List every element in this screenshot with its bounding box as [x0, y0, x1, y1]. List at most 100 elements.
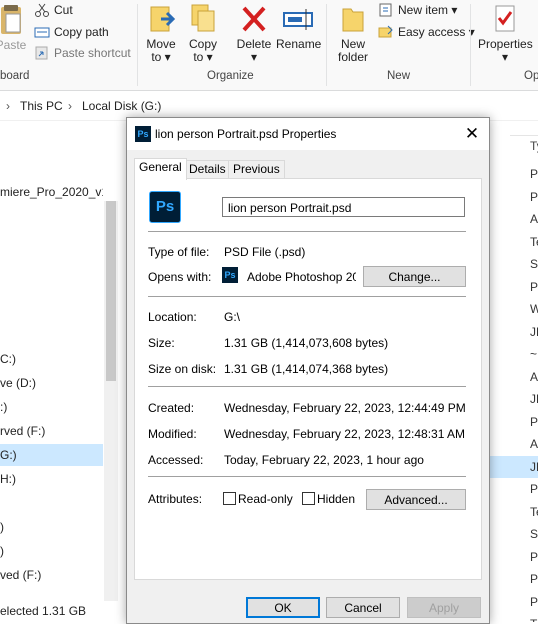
size-on-disk-value: 1.31 GB (1,414,074,368 bytes) [224, 362, 389, 376]
new-item-button[interactable]: New item ▾ [378, 3, 457, 17]
easy-access-button[interactable]: Easy access ▾ [378, 25, 475, 39]
file-type-cell: P [530, 482, 538, 496]
breadcrumb-this-pc[interactable]: This PC [20, 99, 63, 113]
file-type-cell: Tl [530, 613, 538, 622]
file-list-row[interactable]: Te [490, 231, 538, 253]
file-list-row[interactable]: P [490, 591, 538, 613]
nav-item[interactable]: ve (D:) [0, 372, 103, 394]
file-list-row-selected[interactable]: JP [490, 455, 538, 478]
paste-shortcut-label: Paste shortcut [54, 46, 131, 60]
modified-value: Wednesday, February 22, 2023, 12:48:31 A… [224, 427, 466, 441]
tab-details[interactable]: Details [184, 160, 231, 179]
move-to-button[interactable]: Move to ▾ [144, 3, 178, 64]
dialog-title-bar[interactable]: Ps lion person Portrait.psd Properties ✕ [127, 118, 489, 150]
rename-button[interactable]: Rename [276, 3, 322, 51]
file-list-row[interactable]: Te [490, 501, 538, 523]
nav-item[interactable]: ) [0, 540, 103, 562]
file-list-row[interactable]: P [490, 163, 538, 185]
opens-with-label: Opens with: [148, 270, 212, 284]
copy-to-arrow: to ▾ [193, 50, 213, 64]
ok-button[interactable]: OK [246, 597, 320, 618]
divider [148, 231, 466, 232]
type-column-header[interactable]: Ty [530, 139, 538, 153]
navigation-pane: miere_Pro_2020_v14.0 C:) ve (D:) :) rved… [0, 121, 118, 622]
general-tab-panel: Ps lion person Portrait.psd Type of file… [134, 178, 482, 580]
easy-access-icon [378, 25, 394, 39]
nav-item[interactable]: ) [0, 516, 103, 538]
delete-x-icon [238, 3, 270, 35]
new-folder-button[interactable]: New folder [334, 3, 372, 64]
read-only-checkbox[interactable] [223, 492, 236, 505]
file-list-row[interactable]: P [490, 186, 538, 208]
file-list-row[interactable]: P [490, 546, 538, 568]
nav-item[interactable]: rved (F:) [0, 420, 103, 442]
opens-with-value: Adobe Photoshop 2020 [247, 270, 356, 284]
copy-to-icon [187, 3, 219, 35]
advanced-button[interactable]: Advanced... [366, 489, 466, 510]
nav-scrollbar-thumb[interactable] [106, 201, 116, 381]
tab-previous-versions[interactable]: Previous Versions [228, 160, 285, 193]
file-list-row[interactable]: JP [490, 388, 538, 410]
file-list-row[interactable]: A [490, 433, 538, 455]
properties-dialog: Ps lion person Portrait.psd Properties ✕… [126, 117, 490, 624]
nav-item[interactable]: C:) [0, 348, 103, 370]
file-list-row[interactable]: ~ [490, 343, 538, 365]
ribbon-separator [326, 4, 327, 86]
nav-item[interactable]: :) [0, 396, 103, 418]
file-list-row[interactable]: Sl [490, 253, 538, 275]
rename-label: Rename [276, 37, 322, 51]
photoshop-file-icon: Ps [149, 191, 181, 223]
file-list-row[interactable]: Sl [490, 523, 538, 545]
tab-general[interactable]: General [134, 158, 187, 180]
dialog-title: lion person Portrait.psd Properties [155, 127, 337, 141]
breadcrumb-local-disk[interactable]: Local Disk (G:) [82, 99, 161, 113]
file-type-cell: P [530, 549, 538, 564]
created-value: Wednesday, February 22, 2023, 12:44:49 P… [224, 401, 466, 415]
delete-button[interactable]: Delete ▾ [234, 3, 274, 64]
size-value: 1.31 GB (1,414,073,608 bytes) [224, 336, 389, 350]
copy-to-button[interactable]: Copy to ▾ [186, 3, 220, 64]
file-list-row[interactable]: P [490, 478, 538, 500]
divider [148, 476, 466, 477]
organize-group-label: Organize [207, 70, 254, 82]
file-type-cell: Sl [530, 527, 538, 541]
file-type-cell: W [530, 302, 538, 316]
photoshop-app-icon: Ps [222, 267, 238, 283]
file-list-row[interactable]: W [490, 298, 538, 320]
file-list-row[interactable]: A [490, 366, 538, 388]
file-list-row[interactable]: P [490, 568, 538, 590]
file-name-field[interactable]: lion person Portrait.psd [222, 197, 465, 217]
file-type-cell: A [530, 437, 538, 451]
properties-arrow: ▾ [501, 50, 509, 64]
read-only-label[interactable]: Read-only [238, 492, 293, 506]
scissors-icon [34, 3, 50, 17]
properties-button[interactable]: Properties ▾ [478, 3, 533, 64]
file-type-cell: Te [530, 504, 538, 519]
cut-button[interactable]: Cut [34, 3, 73, 17]
file-list-row[interactable]: Tl [490, 613, 538, 622]
nav-item[interactable]: ved (F:) [0, 564, 103, 586]
paste-button[interactable]: Paste [0, 4, 28, 52]
copy-path-button[interactable]: Copy path [34, 25, 109, 39]
paste-shortcut-button[interactable]: Paste shortcut [34, 46, 131, 60]
size-on-disk-label: Size on disk: [148, 362, 217, 376]
close-icon[interactable]: ✕ [459, 122, 485, 146]
nav-item[interactable]: miere_Pro_2020_v14.0 [0, 181, 103, 203]
file-list-row[interactable]: P [490, 276, 538, 298]
type-of-file-label: Type of file: [148, 245, 210, 259]
file-list-row[interactable]: A [490, 208, 538, 230]
file-list-row[interactable]: JP [490, 321, 538, 343]
hidden-label[interactable]: Hidden [317, 492, 355, 506]
copy-path-icon [34, 25, 50, 39]
change-button[interactable]: Change... [363, 266, 466, 287]
nav-item-selected[interactable]: G:) [0, 444, 103, 466]
file-type-cell: A [530, 369, 538, 384]
ribbon: Paste Cut Copy path Paste shortcut board… [0, 0, 538, 91]
cancel-button[interactable]: Cancel [326, 597, 400, 618]
apply-button[interactable]: Apply [407, 597, 481, 618]
file-list-row[interactable]: P [490, 411, 538, 433]
hidden-checkbox[interactable] [302, 492, 315, 505]
nav-item[interactable]: H:) [0, 468, 103, 490]
file-type-cell: A [530, 212, 538, 226]
clipboard-icon [0, 4, 27, 36]
